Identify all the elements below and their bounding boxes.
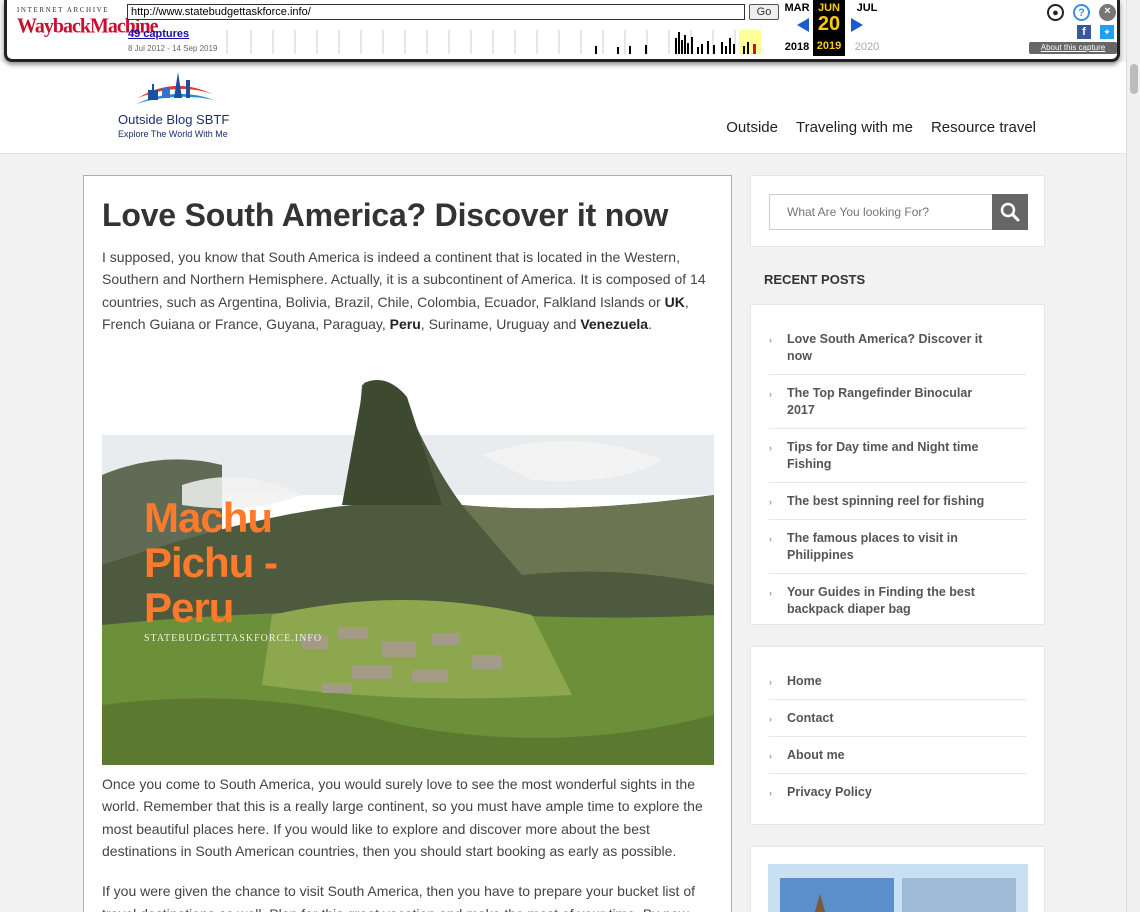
search-icon	[1000, 202, 1020, 222]
nav-item-resource-travel[interactable]: Resource travel	[931, 119, 1036, 136]
wayback-year-next: 2020	[854, 41, 880, 53]
chevron-right-icon: ›	[769, 588, 772, 598]
recent-post-link[interactable]: Love South America? Discover it now	[787, 332, 982, 363]
recent-post-item[interactable]: › The famous places to visit in Philippin…	[769, 520, 1026, 574]
wayback-capture-sparkline[interactable]	[221, 26, 779, 54]
recent-post-item[interactable]: › The Top Rangefinder Binocular 2017	[769, 375, 1026, 429]
recent-post-link[interactable]: Tips for Day time and Night time Fishing	[787, 440, 978, 471]
chevron-right-icon: ›	[769, 443, 772, 453]
pages-widget: › Home › Contact › About me › Privacy Policy	[750, 646, 1045, 825]
article-paragraph-2: Once you come to South America, you woul…	[102, 776, 703, 860]
close-icon[interactable]: ×	[1099, 4, 1116, 21]
hero-title-line-1: Machu	[144, 494, 273, 542]
wayback-toolbar: INTERNET ARCHIVE WaybackMachine Go 49 ca…	[4, 0, 1120, 62]
site-header: Outside Blog SBTF Explore The World With…	[0, 62, 1126, 154]
wayback-month-next[interactable]: JUL	[851, 2, 883, 14]
main-navigation: Outside Traveling with me Resource trave…	[726, 119, 1036, 136]
site-logo-tagline: Explore The World With Me	[118, 129, 228, 139]
chevron-right-icon: ›	[769, 677, 772, 687]
chevron-right-icon: ›	[769, 788, 772, 798]
article-paragraph-3: If you were given the chance to visit So…	[102, 883, 695, 912]
recent-post-link[interactable]: The Top Rangefinder Binocular 2017	[787, 386, 972, 417]
chevron-right-icon: ›	[769, 389, 772, 399]
hero-overlay-title: Machu Pichu - Peru	[144, 494, 278, 632]
wayback-year-prev[interactable]: 2018	[781, 41, 813, 53]
hero-watermark: STATEBUDGETTASKFORCE.INFO	[144, 633, 323, 645]
hero-title-line-2: Pichu -	[144, 539, 278, 587]
hero-title-line-3: Peru	[144, 584, 234, 632]
travel-landmarks-logo-icon[interactable]	[134, 68, 216, 114]
recent-post-item[interactable]: › The best spinning reel for fishing	[769, 483, 1026, 520]
page-link-label[interactable]: Privacy Policy	[787, 785, 872, 799]
intro-text-4: .	[648, 315, 652, 332]
wayback-go-button[interactable]: Go	[749, 4, 779, 20]
scrollbar-thumb[interactable]	[1130, 64, 1138, 94]
page-link-label[interactable]: About me	[787, 748, 845, 762]
page-link-label[interactable]: Home	[787, 674, 822, 688]
page-link-about-me[interactable]: › About me	[769, 737, 1026, 774]
chevron-right-icon: ›	[769, 714, 772, 724]
site-logo-title[interactable]: Outside Blog SBTF	[118, 112, 229, 127]
article-card: Love South America? Discover it now I su…	[83, 175, 732, 912]
intro-bold-peru: Peru	[389, 315, 421, 332]
page-link-home[interactable]: › Home	[769, 663, 1026, 700]
next-capture-arrow-icon[interactable]	[851, 18, 863, 32]
chevron-right-icon: ›	[769, 534, 772, 544]
recent-post-link[interactable]: The best spinning reel for fishing	[787, 494, 984, 508]
wayback-logo-main: WaybackMachine	[17, 14, 158, 38]
intro-text-3: , Suriname, Uruguay and	[420, 315, 581, 332]
wayback-logo[interactable]: INTERNET ARCHIVE WaybackMachine	[17, 6, 158, 38]
recent-post-link[interactable]: The famous places to visit in Philippine…	[787, 531, 958, 562]
chevron-right-icon: ›	[769, 335, 772, 345]
recent-post-item[interactable]: › Love South America? Discover it now	[769, 321, 1026, 375]
help-icon[interactable]: ?	[1073, 4, 1090, 21]
wayback-month-prev[interactable]: MAR	[781, 2, 813, 14]
facebook-icon[interactable]: f	[1077, 25, 1091, 39]
nav-item-outside[interactable]: Outside	[726, 119, 778, 136]
wayback-url-input[interactable]	[127, 4, 745, 20]
intro-bold-uk: UK	[664, 293, 685, 310]
recent-posts-heading: RECENT POSTS	[764, 272, 866, 287]
machu-picchu-hero-image: Machu Pichu - Peru STATEBUDGETTASKFORCE.…	[102, 365, 714, 766]
recent-post-item[interactable]: › Your Guides in Finding the best backpac…	[769, 574, 1026, 627]
page-scrollbar[interactable]	[1126, 0, 1140, 912]
travel-photo-collage[interactable]	[768, 864, 1028, 912]
page-link-privacy-policy[interactable]: › Privacy Policy	[769, 774, 1026, 810]
sidebar-image-widget	[750, 846, 1045, 912]
sidebar-search-widget	[750, 175, 1045, 247]
wayback-current-year: 2019	[816, 40, 842, 52]
intro-text-1: I supposed, you know that South America …	[102, 249, 706, 310]
article-title: Love South America? Discover it now	[102, 197, 669, 233]
wayback-date-range: 8 Jul 2012 - 14 Sep 2019	[128, 44, 218, 53]
wayback-current-day: 20	[817, 13, 841, 35]
recent-posts-widget: › Love South America? Discover it now › Th…	[750, 304, 1045, 625]
twitter-icon[interactable]: ✦	[1100, 25, 1114, 39]
chevron-right-icon: ›	[769, 497, 772, 507]
recent-post-item[interactable]: › Tips for Day time and Night time Fishin…	[769, 429, 1026, 483]
intro-bold-venezuela: Venezuela	[580, 315, 649, 332]
page-link-contact[interactable]: › Contact	[769, 700, 1026, 737]
article-paragraph-intro: I supposed, you know that South America …	[102, 246, 713, 335]
page-link-label[interactable]: Contact	[787, 711, 834, 725]
wayback-captures-link[interactable]: 49 captures	[128, 28, 189, 40]
user-account-icon[interactable]: ●	[1047, 4, 1064, 21]
about-capture-link[interactable]: About this capture	[1029, 42, 1117, 54]
search-input[interactable]	[769, 194, 993, 230]
wayback-current-date: JUN 20 2019	[813, 0, 845, 56]
nav-item-traveling-with-me[interactable]: Traveling with me	[796, 119, 913, 136]
previous-capture-arrow-icon[interactable]	[797, 18, 809, 32]
chevron-right-icon: ›	[769, 751, 772, 761]
recent-post-link[interactable]: Your Guides in Finding the best backpack…	[787, 585, 975, 616]
search-button[interactable]	[992, 194, 1028, 230]
